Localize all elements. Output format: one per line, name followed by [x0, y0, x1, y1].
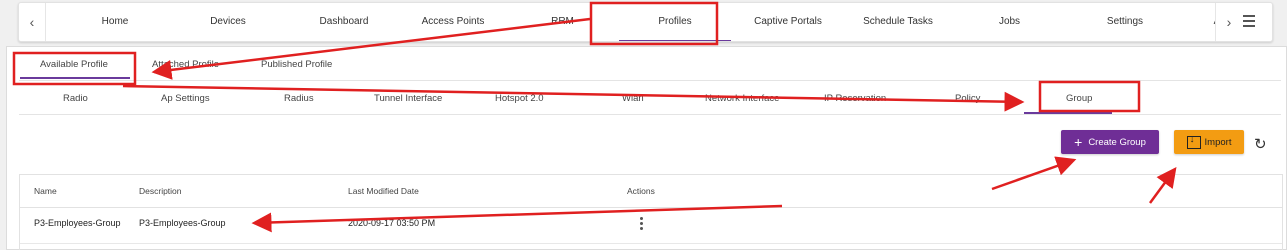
- tab-hotspot[interactable]: Hotspot 2.0: [495, 93, 544, 104]
- nav-devices[interactable]: Devices: [198, 3, 258, 41]
- row-divider: [20, 243, 1282, 244]
- refresh-icon[interactable]: ↻: [1254, 135, 1267, 153]
- create-group-label: Create Group: [1088, 136, 1146, 148]
- scroll-left-button[interactable]: ‹: [19, 3, 46, 41]
- tab-ap-settings[interactable]: Ap Settings: [161, 93, 210, 104]
- header-description: Description: [139, 186, 182, 196]
- nav-items: Home Devices Dashboard Access Points RRM…: [45, 3, 1215, 41]
- tab-policy[interactable]: Policy: [955, 93, 980, 104]
- tab-group[interactable]: Group: [1066, 93, 1092, 104]
- cell-last-modified: 2020-09-17 03:50 PM: [348, 218, 436, 228]
- header-actions: Actions: [627, 186, 655, 196]
- row-actions-menu-icon[interactable]: [640, 217, 643, 232]
- nav-home[interactable]: Home: [85, 3, 145, 41]
- subtab-attached-profile[interactable]: Attached Profile: [152, 59, 219, 70]
- plus-icon: +: [1074, 134, 1083, 150]
- import-icon: [1186, 134, 1201, 149]
- nav-settings[interactable]: Settings: [1095, 3, 1155, 41]
- cell-name: P3-Employees-Group: [34, 218, 121, 228]
- subtab-published-profile[interactable]: Published Profile: [261, 59, 332, 70]
- nav-rrm[interactable]: RRM: [535, 3, 590, 41]
- tab-tunnel-interface[interactable]: Tunnel Interface: [374, 93, 442, 104]
- tab-radio[interactable]: Radio: [63, 93, 88, 104]
- tab-network-interface[interactable]: Network Interface: [705, 93, 779, 104]
- subtab-divider: [19, 80, 1281, 81]
- tab-divider: [19, 114, 1281, 115]
- nav-profiles[interactable]: Profiles: [619, 3, 731, 41]
- nav-access-points[interactable]: Access Points: [408, 3, 498, 41]
- nav-dashboard[interactable]: Dashboard: [309, 3, 379, 41]
- import-label: Import: [1204, 136, 1232, 148]
- nav-audit[interactable]: Audit: [1195, 3, 1215, 41]
- top-navigation: ‹ Home Devices Dashboard Access Points R…: [18, 2, 1273, 42]
- import-button[interactable]: Import: [1174, 130, 1244, 154]
- header-last-modified: Last Modified Date: [348, 186, 419, 196]
- scroll-right-button[interactable]: ›: [1215, 3, 1242, 41]
- chevron-left-icon: ‹: [29, 14, 35, 30]
- tab-wlan[interactable]: Wlan: [622, 93, 644, 104]
- nav-schedule-tasks[interactable]: Schedule Tasks: [853, 3, 943, 41]
- header-divider: [20, 207, 1282, 208]
- header-name: Name: [34, 186, 57, 196]
- tab-ip-reservation[interactable]: IP Reservation: [824, 93, 886, 104]
- tab-radius[interactable]: Radius: [284, 93, 314, 104]
- cell-description: P3-Employees-Group: [139, 218, 226, 228]
- chevron-right-icon: ›: [1226, 14, 1232, 30]
- subtab-available-profile[interactable]: Available Profile: [40, 59, 108, 70]
- hamburger-menu-icon[interactable]: [1243, 15, 1255, 30]
- subtab-active-indicator: [20, 77, 130, 79]
- profiles-panel: Available Profile Attached Profile Publi…: [6, 46, 1287, 250]
- nav-jobs[interactable]: Jobs: [982, 3, 1037, 41]
- nav-captive-portals[interactable]: Captive Portals: [743, 3, 833, 41]
- create-group-button[interactable]: + Create Group: [1061, 130, 1159, 154]
- groups-table: Name Description Last Modified Date Acti…: [19, 174, 1283, 250]
